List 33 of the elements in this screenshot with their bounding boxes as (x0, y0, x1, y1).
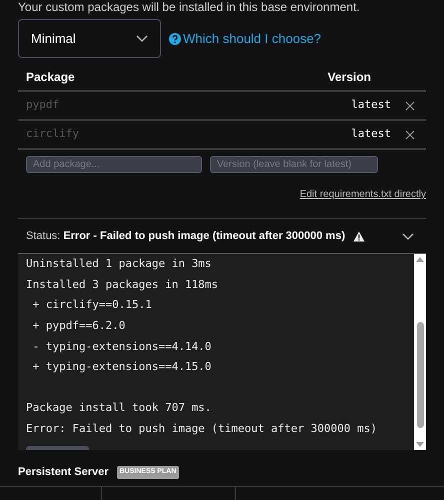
intro-text: Your custom packages will be installed in this base environment. (18, 0, 361, 14)
column-header: Version (328, 69, 371, 86)
package-name: pypdf (26, 97, 60, 114)
chevron-down-icon (402, 232, 414, 240)
close-icon (405, 100, 415, 110)
package-name: circlify (26, 126, 80, 142)
chevron-down-icon (136, 34, 148, 42)
warning-icon (353, 231, 366, 242)
package-version: latest (351, 97, 391, 114)
help-link[interactable]: Which should I choose? (169, 28, 322, 48)
question-icon (169, 32, 181, 44)
log-line: - typing-extensions==4.14.0 (32, 338, 212, 355)
edit-requirements-link[interactable]: Edit requirements.txt directly (300, 187, 426, 202)
package-input[interactable]: Add package... (26, 156, 202, 173)
close-icon (405, 130, 415, 140)
scrollbar[interactable] (414, 254, 426, 450)
package-version: latest (351, 126, 391, 142)
log-line: Package install took 707 ms. (26, 400, 212, 416)
status-text: Status: Error - Failed to push image (timeout after 300000 ms) (26, 229, 346, 244)
remove-button[interactable] (405, 130, 415, 140)
remove-button[interactable] (405, 100, 415, 110)
log-line: Error: Failed to push image (timeout after 300000 ms) (26, 420, 378, 437)
scroll-down-icon[interactable] (416, 442, 424, 447)
log-line: Installed 3 packages in 118ms (26, 276, 220, 293)
environment-select[interactable]: Minimal (18, 19, 161, 58)
log-line: + typing-extensions==4.15.0 (32, 359, 212, 376)
column-header: Package (26, 69, 76, 86)
scroll-up-icon[interactable] (416, 257, 424, 262)
log-line: Uninstalled 1 package in 3ms (26, 256, 212, 272)
log-line: + pypdf==6.2.0 (32, 318, 126, 334)
log-line: + circlify==0.15.1 (32, 297, 153, 314)
version-input[interactable]: Version (leave blank for latest) (210, 156, 378, 173)
persistent-server-label: Persistent Server (18, 465, 108, 480)
